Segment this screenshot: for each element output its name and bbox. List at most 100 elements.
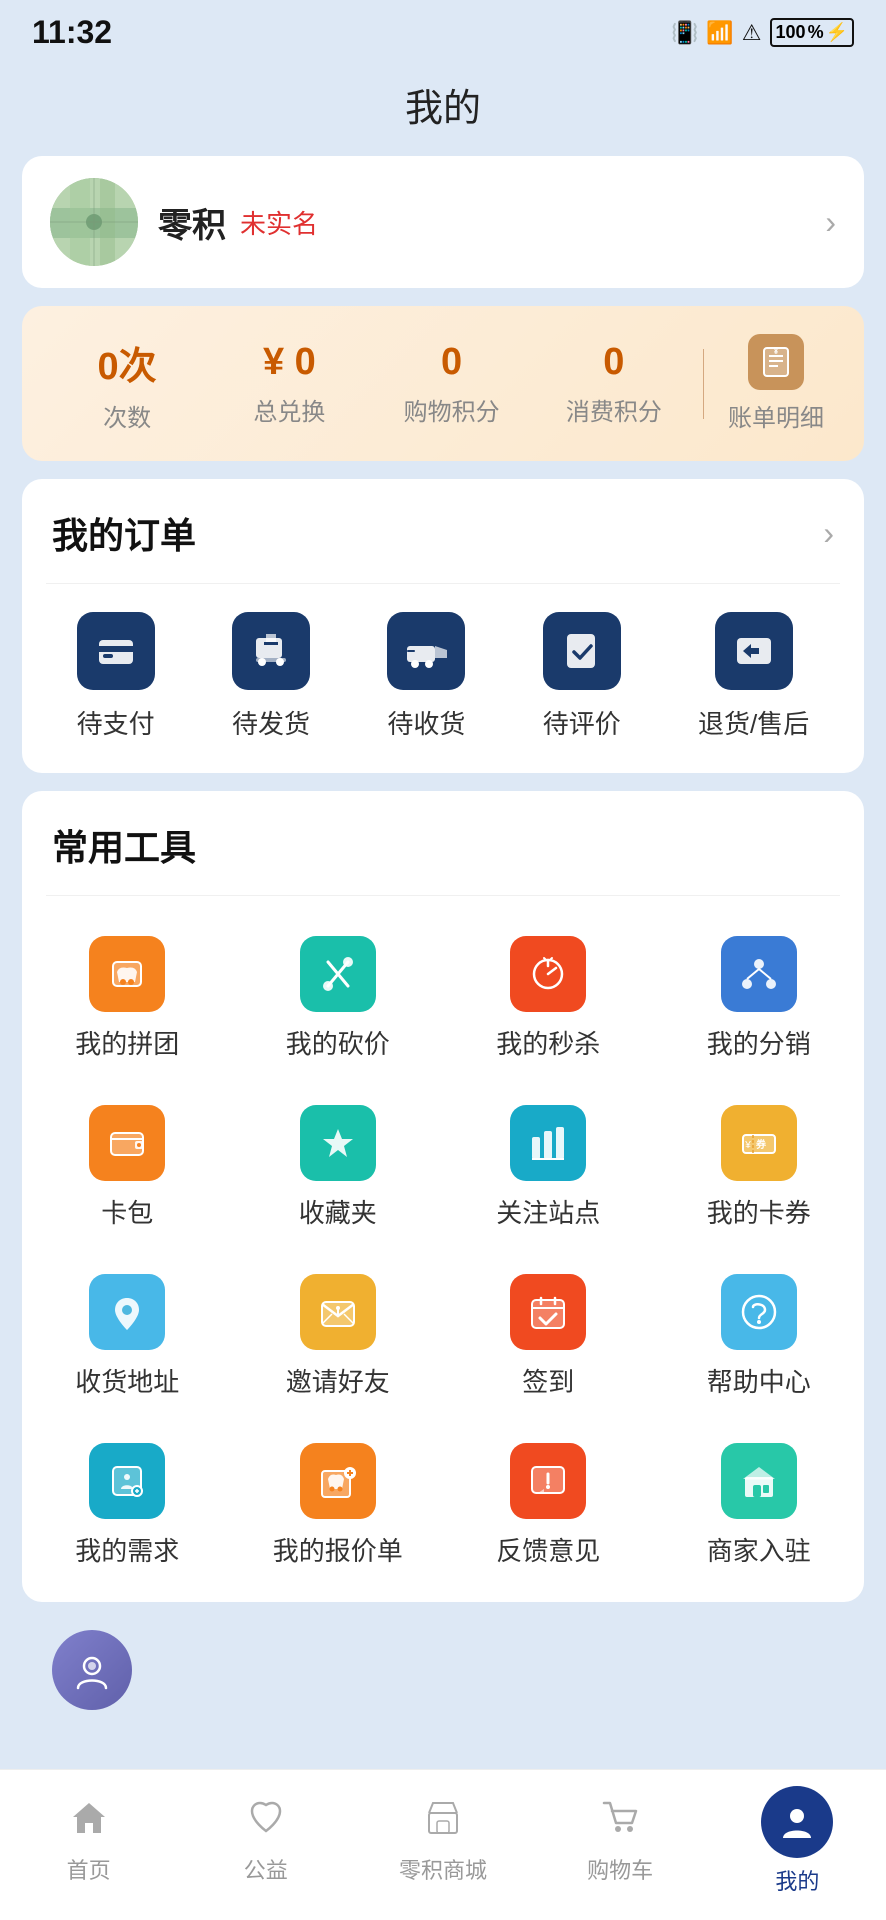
help-label: 帮助中心 (707, 1362, 811, 1399)
profile-name-row: 零积 未实名 (158, 198, 805, 247)
feedback-icon (510, 1443, 586, 1519)
flash-sale-icon (510, 936, 586, 1012)
tool-follow-site[interactable]: 关注站点 (443, 1085, 654, 1254)
quotation-label: 我的报价单 (273, 1531, 403, 1568)
help-icon (721, 1274, 797, 1350)
address-label: 收货地址 (75, 1362, 179, 1399)
orders-header[interactable]: 我的订单 › (22, 479, 864, 583)
tool-favorites[interactable]: 收藏夹 (233, 1085, 444, 1254)
follow-site-icon (510, 1105, 586, 1181)
returns-icon (715, 612, 793, 690)
tool-distribution[interactable]: 我的分销 (654, 916, 865, 1085)
tools-grid: 我的拼团 我的砍价 (22, 896, 864, 1602)
order-item-pending-ship[interactable]: 待发货 (232, 612, 310, 741)
stat-visits-value: 0次 (98, 335, 157, 390)
home-icon (69, 1797, 109, 1847)
stat-bill[interactable]: ¥ 账单明细 (712, 334, 840, 433)
coupons-label: 我的卡券 (707, 1193, 811, 1230)
order-item-pending-pay[interactable]: 待支付 (77, 612, 155, 741)
profile-chevron-icon[interactable]: › (825, 204, 836, 241)
nav-home-label: 首页 (67, 1853, 111, 1885)
status-bar: 11:32 📳 📶 ⚠ 100 % ⚡ (0, 0, 886, 59)
tool-quotation[interactable]: 我的报价单 (233, 1423, 444, 1592)
stat-exchange-label: 总兑换 (253, 392, 325, 427)
checkin-icon (510, 1274, 586, 1350)
orders-title: 我的订单 (52, 507, 196, 559)
stat-exchange-value: ¥ 0 (263, 341, 316, 384)
page-title: 我的 (0, 59, 886, 156)
tool-help[interactable]: 帮助中心 (654, 1254, 865, 1423)
needs-icon (89, 1443, 165, 1519)
stat-shopping-points-label: 购物积分 (404, 392, 500, 427)
tool-invite[interactable]: 邀请好友 (233, 1254, 444, 1423)
stat-consume-points-label: 消费积分 (566, 392, 662, 427)
pending-pay-label: 待支付 (77, 704, 155, 741)
battery-indicator: 100 % ⚡ (770, 18, 854, 47)
status-time: 11:32 (32, 14, 112, 51)
wallet-label: 卡包 (101, 1193, 153, 1230)
needs-label: 我的需求 (75, 1531, 179, 1568)
distribution-label: 我的分销 (707, 1024, 811, 1061)
stat-visits-label: 次数 (103, 398, 151, 433)
nav-home[interactable]: 首页 (29, 1797, 149, 1885)
checkin-label: 签到 (522, 1362, 574, 1399)
tool-feedback[interactable]: 反馈意见 (443, 1423, 654, 1592)
bargain-icon (300, 936, 376, 1012)
tool-merchant[interactable]: 商家入驻 (654, 1423, 865, 1592)
tool-needs[interactable]: 我的需求 (22, 1423, 233, 1592)
nav-cart[interactable]: 购物车 (560, 1797, 680, 1885)
profile-name: 零积 (158, 198, 226, 247)
stat-shopping-points-value: 0 (441, 341, 462, 384)
pending-review-label: 待评价 (543, 704, 621, 741)
avatar (50, 178, 138, 266)
favorites-icon (300, 1105, 376, 1181)
wifi-icon: 📶 (706, 20, 733, 46)
support-button[interactable] (52, 1630, 132, 1710)
store-icon (423, 1797, 463, 1847)
order-item-pending-receive[interactable]: 待收货 (387, 612, 465, 741)
tool-flash-sale[interactable]: 我的秒杀 (443, 916, 654, 1085)
bill-icon: ¥ (748, 334, 804, 390)
main-content: 零积 未实名 › 0次 次数 ¥ 0 总兑换 0 购物积分 0 消费积分 (0, 156, 886, 1769)
wallet-icon (89, 1105, 165, 1181)
pending-review-icon (543, 612, 621, 690)
flash-sale-label: 我的秒杀 (496, 1024, 600, 1061)
charging-icon: ⚡ (826, 22, 848, 43)
tools-title: 常用工具 (52, 819, 196, 871)
nav-store[interactable]: 零积商城 (383, 1797, 503, 1885)
merchant-label: 商家入驻 (707, 1531, 811, 1568)
distribution-icon (721, 936, 797, 1012)
pending-ship-label: 待发货 (232, 704, 310, 741)
profile-card[interactable]: 零积 未实名 › (22, 156, 864, 288)
stat-shopping-points: 0 购物积分 (371, 341, 533, 427)
tool-checkin[interactable]: 签到 (443, 1254, 654, 1423)
tool-wallet[interactable]: 卡包 (22, 1085, 233, 1254)
nav-mine-label: 我的 (775, 1864, 819, 1896)
bargain-label: 我的砍价 (286, 1024, 390, 1061)
order-item-pending-review[interactable]: 待评价 (543, 612, 621, 741)
tool-coupons[interactable]: 券 ¥ 我的卡券 (654, 1085, 865, 1254)
order-item-returns[interactable]: 退货/售后 (698, 612, 809, 741)
stat-consume-points: 0 消费积分 (533, 341, 695, 427)
tool-bargain[interactable]: 我的砍价 (233, 916, 444, 1085)
nav-charity[interactable]: 公益 (206, 1797, 326, 1885)
avatar-map-image (50, 178, 138, 266)
group-buy-icon (89, 936, 165, 1012)
nav-mine[interactable]: 我的 (737, 1786, 857, 1896)
charity-icon (246, 1797, 286, 1847)
tool-group-buy[interactable]: 我的拼团 (22, 916, 233, 1085)
battery-percent: % (808, 22, 824, 43)
tool-address[interactable]: 收货地址 (22, 1254, 233, 1423)
order-icons-row: 待支付 待发货 (22, 584, 864, 773)
nav-cart-label: 购物车 (587, 1853, 653, 1885)
svg-text:券: 券 (755, 1138, 767, 1151)
tools-section: 常用工具 我的拼团 (22, 791, 864, 1602)
follow-site-label: 关注站点 (496, 1193, 600, 1230)
favorites-label: 收藏夹 (299, 1193, 377, 1230)
nav-store-label: 零积商城 (399, 1853, 487, 1885)
pending-receive-label: 待收货 (387, 704, 465, 741)
orders-chevron-icon: › (823, 515, 834, 552)
coupons-icon: 券 ¥ (721, 1105, 797, 1181)
floating-support-area (22, 1620, 864, 1720)
orders-section: 我的订单 › 待支付 (22, 479, 864, 773)
